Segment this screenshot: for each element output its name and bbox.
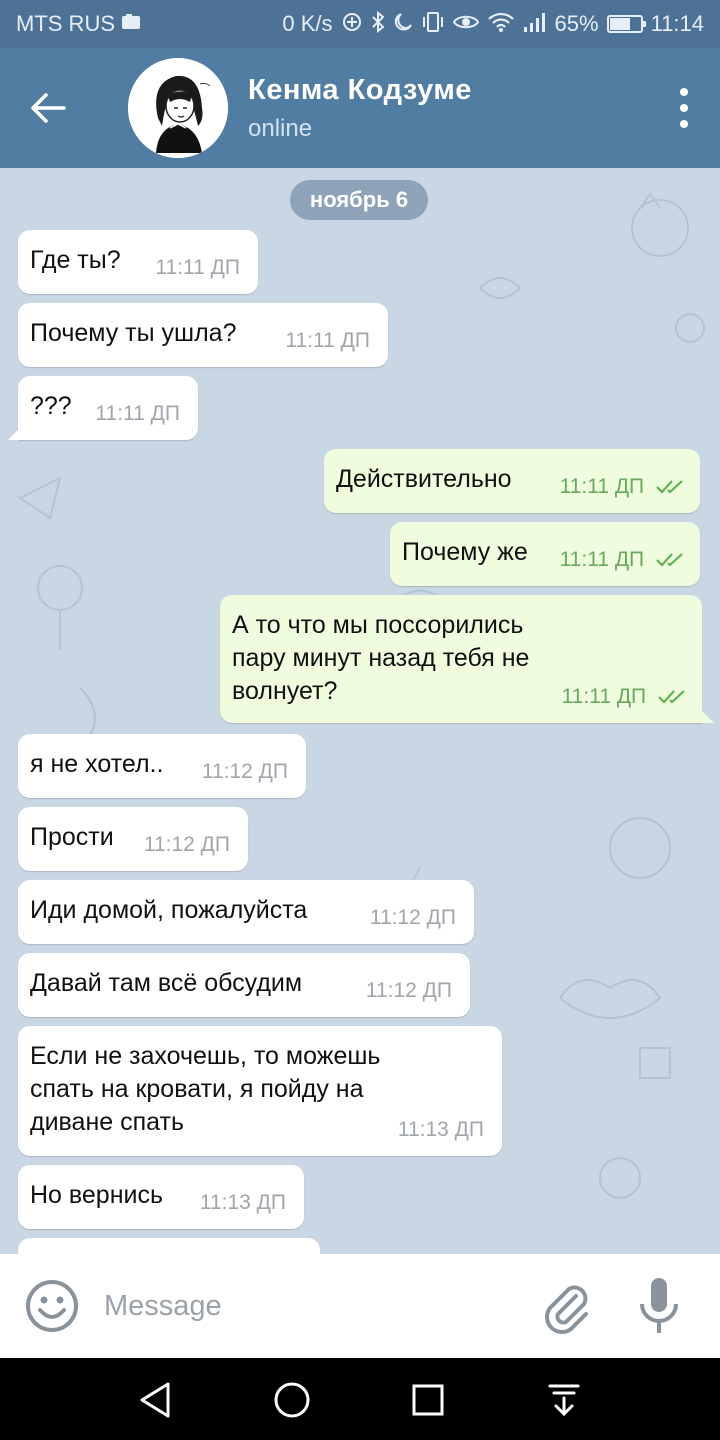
eye-icon <box>452 12 479 36</box>
incoming-message[interactable]: Если не захочешь, то можешь спать на кро… <box>18 1026 502 1156</box>
net-speed: 0 K/s <box>282 11 333 36</box>
carrier-group: MTS RUS <box>16 11 141 37</box>
status-bar: MTS RUS 0 K/s 65% 11:14 <box>0 0 720 48</box>
nav-notifications-button[interactable] <box>536 1372 592 1428</box>
read-ticks-icon <box>658 690 685 705</box>
message-time: 11:11 ДП <box>562 685 688 709</box>
outgoing-message[interactable]: Почему же 11:11 ДП <box>390 522 700 586</box>
message-time: 11:12 ДП <box>365 979 452 1002</box>
incoming-message[interactable]: я не хотел.. 11:12 ДП <box>18 734 306 798</box>
nav-notifications-icon <box>548 1384 580 1417</box>
more-vert-dot <box>680 104 688 112</box>
chat-header: Кенма Кодзуме online <box>0 48 720 168</box>
message-time: 11:13 ДП <box>397 1118 484 1141</box>
message-input[interactable] <box>104 1284 504 1328</box>
message-time-label: 11:11 ДП <box>559 475 645 498</box>
incoming-message[interactable]: Давай там всё обсудим 11:12 ДП <box>18 953 470 1017</box>
carrier-label: MTS RUS <box>16 11 115 36</box>
mic-icon <box>640 1278 678 1333</box>
status-right-group: 0 K/s 65% 11:14 <box>282 10 704 37</box>
message-time-label: 11:11 ДП <box>559 548 645 571</box>
message-time: 11:11 ДП <box>560 475 686 499</box>
date-separator: ноябрь 6 <box>290 180 428 220</box>
message-list[interactable]: ноябрь 6 Где ты? 11:11 ДП Почему ты ушла… <box>0 168 720 1254</box>
incoming-message-partial[interactable] <box>18 1238 320 1254</box>
incoming-message[interactable]: Почему ты ушла? 11:11 ДП <box>18 303 388 367</box>
message-time: 11:11 ДП <box>155 256 240 279</box>
nav-back-icon <box>140 1382 170 1418</box>
read-ticks-icon <box>656 480 683 495</box>
more-vert-dot <box>680 120 688 128</box>
battery-icon <box>606 15 646 33</box>
nav-home-button[interactable] <box>264 1372 320 1428</box>
nav-home-icon <box>274 1382 310 1418</box>
vibrate-icon <box>421 11 445 37</box>
outgoing-message[interactable]: А то что мы поссорились пару минут назад… <box>220 595 714 723</box>
sim-icon <box>121 14 141 34</box>
bubble-tail <box>8 426 22 440</box>
message-composer <box>0 1254 720 1358</box>
attach-icon <box>545 1285 588 1334</box>
nav-recents-icon <box>412 1384 444 1416</box>
chat-title: Кенма Кодзуме <box>248 73 472 106</box>
emoji-icon <box>26 1280 78 1332</box>
incoming-message[interactable]: ??? 11:11 ДП <box>8 376 198 440</box>
outgoing-message[interactable]: Действительно 11:11 ДП <box>324 449 700 513</box>
chat-title-block[interactable]: Кенма Кодзуме online <box>248 74 472 143</box>
nav-recents-button[interactable] <box>400 1372 456 1428</box>
incoming-message[interactable]: Прости 11:12 ДП <box>18 807 248 871</box>
incoming-message[interactable]: Иди домой, пожалуйста 11:12 ДП <box>18 880 474 944</box>
incoming-message[interactable]: Где ты? 11:11 ДП <box>18 230 258 294</box>
avatar-drawing <box>128 58 228 158</box>
voice-record-button[interactable] <box>634 1274 684 1338</box>
back-arrow-icon <box>31 93 66 123</box>
wifi-icon <box>487 11 515 37</box>
battery-percent: 65% <box>554 11 599 36</box>
bluetooth-icon <box>371 10 385 37</box>
message-time: 11:11 ДП <box>95 402 180 425</box>
incoming-message[interactable]: Но вернись 11:13 ДП <box>18 1165 304 1229</box>
message-time: 11:11 ДП <box>285 329 370 352</box>
system-nav-bar <box>0 1358 720 1440</box>
avatar[interactable] <box>128 58 228 158</box>
message-time: 11:12 ДП <box>201 760 288 783</box>
message-time: 11:12 ДП <box>369 906 456 929</box>
message-time: 11:13 ДП <box>199 1191 286 1214</box>
read-ticks-icon <box>656 553 683 568</box>
data-saver-icon <box>341 11 363 37</box>
message-time: 11:12 ДП <box>143 833 230 856</box>
chat-status: online <box>248 114 313 142</box>
nav-back-button[interactable] <box>128 1372 184 1428</box>
signal-icon <box>523 11 547 37</box>
clock: 11:14 <box>650 11 704 36</box>
message-time-label: 11:11 ДП <box>561 685 647 708</box>
message-time: 11:11 ДП <box>560 548 686 572</box>
more-options-button[interactable] <box>674 88 694 128</box>
bubble-tail <box>700 709 714 723</box>
more-vert-icon <box>680 88 688 96</box>
attach-button[interactable] <box>538 1278 594 1334</box>
do-not-disturb-moon-icon <box>393 12 413 36</box>
back-button[interactable] <box>0 48 96 168</box>
emoji-button[interactable] <box>24 1278 80 1334</box>
